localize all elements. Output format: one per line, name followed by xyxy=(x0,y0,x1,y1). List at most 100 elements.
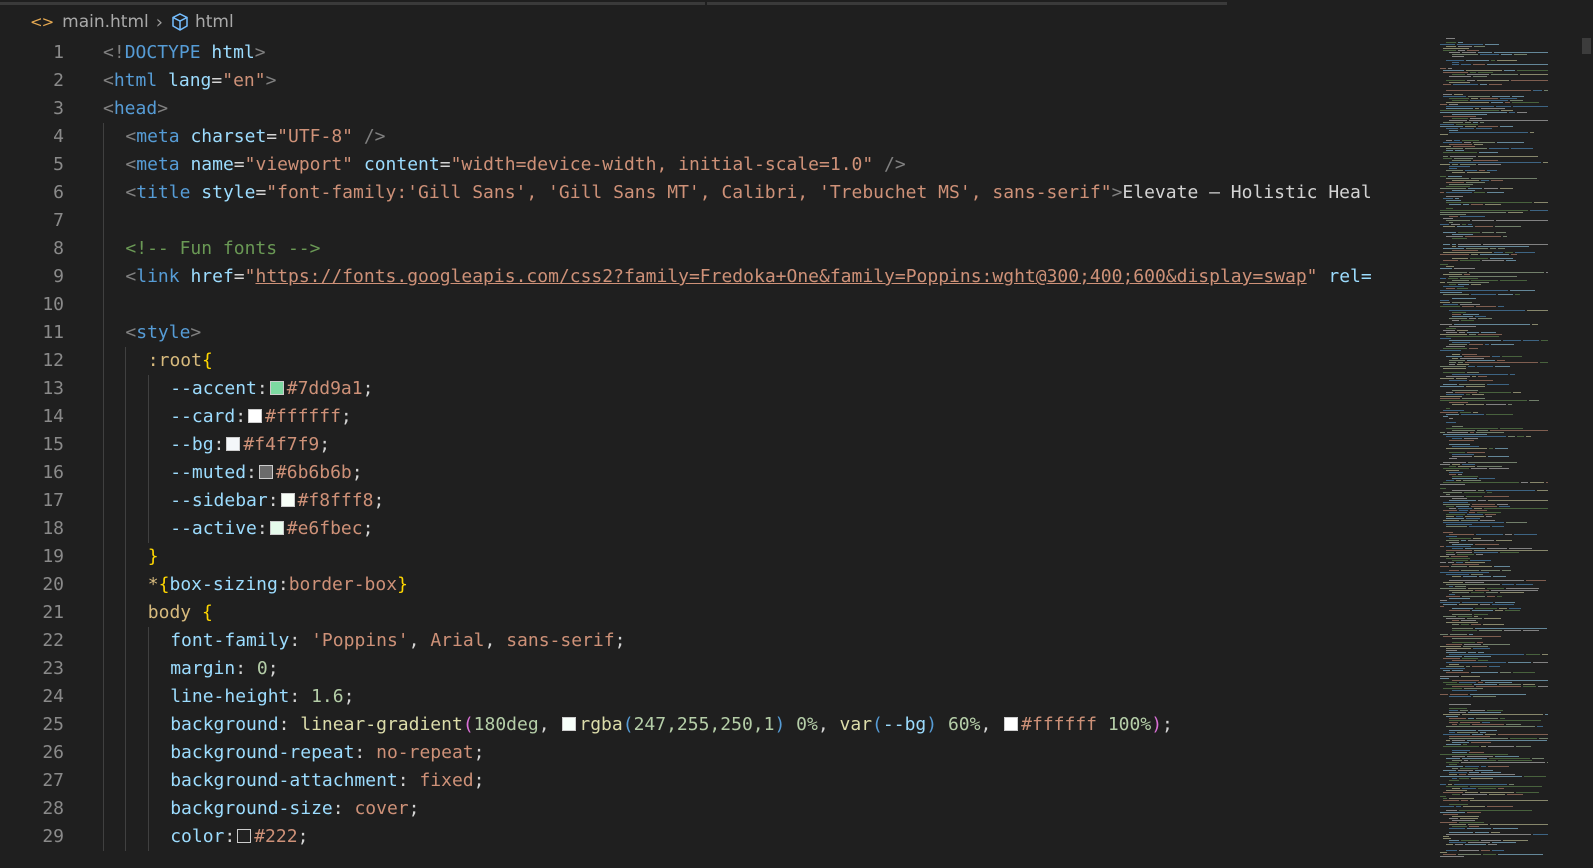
minimap-line xyxy=(1479,392,1511,393)
color-swatch[interactable] xyxy=(248,409,263,423)
code-line[interactable]: 6 <title style="font-family:'Gill Sans', … xyxy=(0,179,1430,207)
code-token: ; xyxy=(319,434,331,455)
code-token: background xyxy=(170,714,279,735)
minimap-line xyxy=(1485,44,1499,45)
code-line[interactable]: 2 <html lang="en"> xyxy=(0,67,1430,95)
color-swatch[interactable] xyxy=(258,465,273,479)
minimap-line xyxy=(1507,794,1523,795)
minimap-line xyxy=(1449,738,1508,739)
minimap-line xyxy=(1517,112,1527,113)
code-line[interactable]: 18 --active: #e6fbec; xyxy=(0,515,1430,543)
code-line[interactable]: 23 margin: 0; xyxy=(0,655,1430,683)
code-token: : xyxy=(354,742,377,763)
code-token: ; xyxy=(473,742,485,763)
code-line[interactable]: 14 --card: #ffffff; xyxy=(0,403,1430,431)
minimap-line xyxy=(1546,272,1548,273)
minimap-line xyxy=(1443,468,1469,469)
code-line[interactable]: 26 background-repeat: no-repeat; xyxy=(0,739,1430,767)
minimap[interactable] xyxy=(1430,38,1580,868)
breadcrumb-symbol[interactable]: html xyxy=(170,12,234,32)
code-line[interactable]: 10 xyxy=(0,291,1430,319)
code-editor[interactable]: 1 <!DOCTYPE html> 2 <html lang="en"> 3 <head>… xyxy=(0,38,1430,868)
code-line[interactable]: 19} xyxy=(0,543,1430,571)
line-number: 29 xyxy=(42,826,64,847)
minimap-line xyxy=(1469,344,1483,345)
minimap-line xyxy=(1440,124,1454,125)
code-line[interactable]: 21 body { xyxy=(0,599,1430,627)
minimap-line xyxy=(1456,124,1478,125)
code-line[interactable]: 22 font-family: 'Poppins', Arial, sans-se… xyxy=(0,627,1430,655)
minimap-line xyxy=(1452,302,1472,303)
minimap-line xyxy=(1449,710,1458,711)
line-number: 19 xyxy=(42,546,64,567)
code-line[interactable]: 5 <meta name="viewport" content="width=de… xyxy=(0,151,1430,179)
code-line[interactable]: 8 <!-- Fun fonts --> xyxy=(0,235,1430,263)
code-line[interactable]: 27 background-attachment: fixed; xyxy=(0,767,1430,795)
code-token: 60% xyxy=(947,714,981,735)
minimap-line xyxy=(1443,84,1451,85)
code-token: = xyxy=(211,70,223,91)
code-token: = xyxy=(439,154,451,175)
color-swatch[interactable] xyxy=(237,829,252,843)
minimap-line xyxy=(1464,760,1468,761)
minimap-line xyxy=(1457,732,1478,733)
code-line[interactable]: 3 <head> xyxy=(0,95,1430,123)
minimap-line xyxy=(1443,658,1460,659)
minimap-line xyxy=(1456,506,1469,507)
code-line[interactable]: 16 --muted: #6b6b6b; xyxy=(0,459,1430,487)
minimap-line xyxy=(1488,746,1514,747)
breadcrumb-file-label: main.html xyxy=(62,12,149,32)
code-line[interactable]: 29 color: #222; xyxy=(0,823,1430,851)
minimap-line xyxy=(1449,704,1471,705)
minimap-line xyxy=(1448,562,1454,563)
color-swatch[interactable] xyxy=(562,717,577,731)
indent-guide xyxy=(125,795,127,823)
code-line[interactable]: 28 background-size: cover; xyxy=(0,795,1430,823)
vertical-scrollbar[interactable] xyxy=(1580,38,1593,868)
minimap-line xyxy=(1449,272,1467,273)
indent-guide xyxy=(103,571,104,599)
minimap-line xyxy=(1458,50,1465,51)
code-token: 1.6 xyxy=(311,686,344,707)
minimap-line xyxy=(1443,522,1504,523)
minimap-line xyxy=(1446,834,1531,835)
code-line[interactable]: 11 <style> xyxy=(0,319,1430,347)
code-line[interactable]: 9 <link href="https://fonts.googleapis.co… xyxy=(0,263,1430,291)
code-token: lang xyxy=(168,70,212,91)
minimap-line xyxy=(1497,60,1517,61)
code-line[interactable]: 20 *{box-sizing:border-box} xyxy=(0,571,1430,599)
color-swatch[interactable] xyxy=(1004,717,1019,731)
color-swatch[interactable] xyxy=(269,521,284,535)
scrollbar-thumb[interactable] xyxy=(1582,38,1591,54)
color-swatch[interactable] xyxy=(280,493,295,507)
minimap-line xyxy=(1467,828,1491,829)
code-token: " xyxy=(1306,266,1318,287)
minimap-line xyxy=(1449,538,1471,539)
minimap-line xyxy=(1443,252,1492,253)
code-line[interactable]: 15 --bg: #f4f7f9; xyxy=(0,431,1430,459)
code-line[interactable]: 7 xyxy=(0,207,1430,235)
color-swatch[interactable] xyxy=(226,437,241,451)
code-text: <!DOCTYPE html> xyxy=(103,39,266,67)
minimap-line xyxy=(1440,192,1444,193)
line-number: 27 xyxy=(42,770,64,791)
minimap-line xyxy=(1469,752,1484,753)
code-line[interactable]: 1 <!DOCTYPE html> xyxy=(0,39,1430,67)
code-line[interactable]: 17 --sidebar: #f8fff8; xyxy=(0,487,1430,515)
minimap-line xyxy=(1491,590,1538,591)
code-line[interactable]: 4 <meta charset="UTF-8" /> xyxy=(0,123,1430,151)
breadcrumb-file[interactable]: <> main.html xyxy=(30,12,149,32)
code-line[interactable]: 25 background: linear-gradient(180deg, rg… xyxy=(0,711,1430,739)
code-line[interactable]: 13 --accent: #7dd9a1; xyxy=(0,375,1430,403)
minimap-line xyxy=(1513,106,1548,107)
minimap-line xyxy=(1475,608,1497,609)
minimap-line xyxy=(1486,404,1506,405)
code-token: background-attachment xyxy=(170,770,398,791)
minimap-line xyxy=(1480,98,1498,99)
minimap-line xyxy=(1440,278,1446,279)
minimap-line xyxy=(1506,522,1527,523)
color-swatch[interactable] xyxy=(269,381,284,395)
code-line[interactable]: 12:root{ xyxy=(0,347,1430,375)
code-line[interactable]: 24 line-height: 1.6; xyxy=(0,683,1430,711)
